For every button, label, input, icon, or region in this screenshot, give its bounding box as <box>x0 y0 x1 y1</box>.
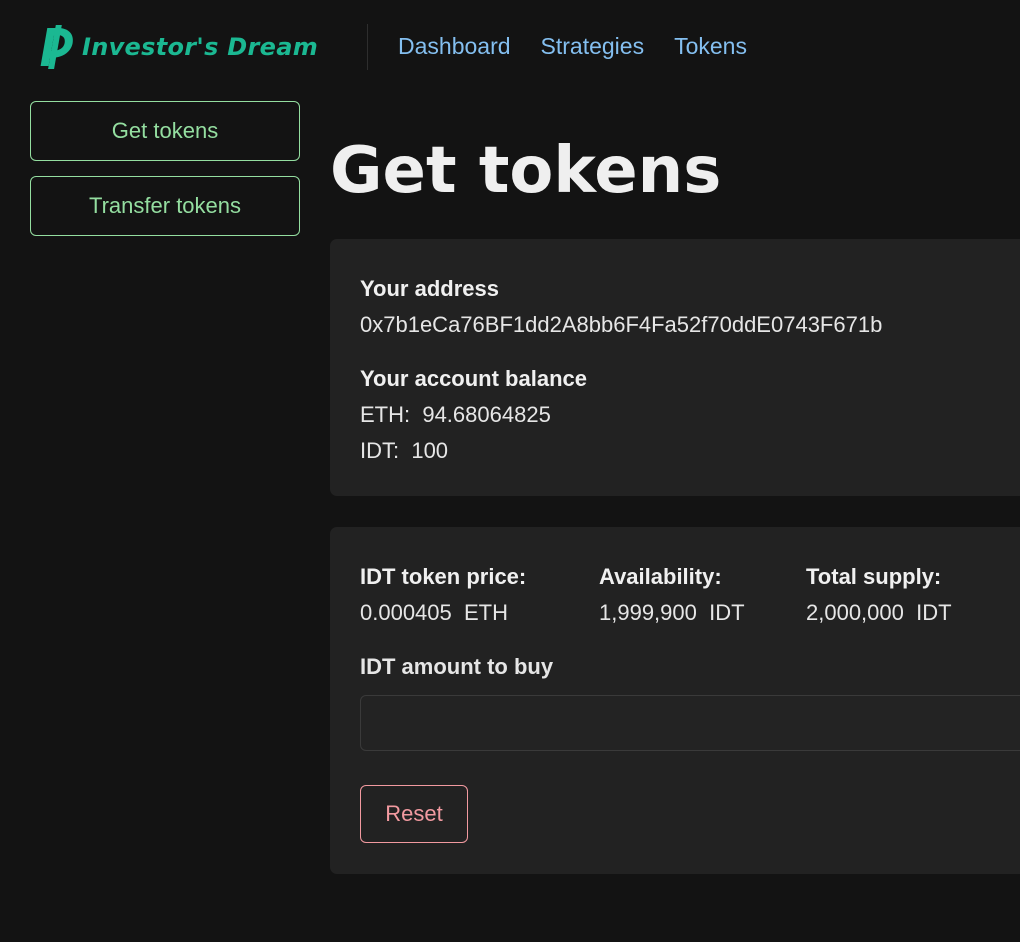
buy-tokens-card: IDT token price: 0.000405 ETH Availabili… <box>330 527 1020 874</box>
page-title: Get tokens <box>330 134 722 208</box>
availability-label: Availability: <box>599 564 722 589</box>
get-tokens-button[interactable]: Get tokens <box>30 101 300 161</box>
navbar-divider <box>367 24 368 70</box>
address-label: Your address <box>360 276 499 301</box>
idt-coin-icon <box>40 25 73 69</box>
top-navbar: Investor's Dream Dashboard Strategies To… <box>0 0 1020 96</box>
eth-balance: ETH: 94.68064825 <box>360 402 551 427</box>
main-nav: Dashboard Strategies Tokens <box>398 33 747 60</box>
total-supply-label: Total supply: <box>806 564 942 589</box>
availability-value: 1,999,900 IDT <box>599 600 745 625</box>
amount-input[interactable] <box>360 695 1020 751</box>
idt-balance: IDT: 100 <box>360 438 449 463</box>
nav-tokens[interactable]: Tokens <box>674 33 747 60</box>
total-supply-value: 2,000,000 IDT <box>806 600 952 625</box>
brand-name: Investor's Dream <box>82 33 319 61</box>
nav-strategies[interactable]: Strategies <box>541 33 645 60</box>
reset-button[interactable]: Reset <box>360 785 468 843</box>
token-price-value: 0.000405 ETH <box>360 600 508 625</box>
transfer-tokens-button[interactable]: Transfer tokens <box>30 176 300 236</box>
nav-dashboard[interactable]: Dashboard <box>398 33 511 60</box>
token-price-label: IDT token price: <box>360 564 527 589</box>
balance-label: Your account balance <box>360 366 587 391</box>
account-card: Your address 0x7b1eCa76BF1dd2A8bb6F4Fa52… <box>330 239 1020 496</box>
brand-logo[interactable]: Investor's Dream <box>36 24 318 70</box>
wallet-address: 0x7b1eCa76BF1dd2A8bb6F4Fa52f70ddE0743F67… <box>360 312 883 337</box>
amount-label: IDT amount to buy <box>360 654 554 679</box>
